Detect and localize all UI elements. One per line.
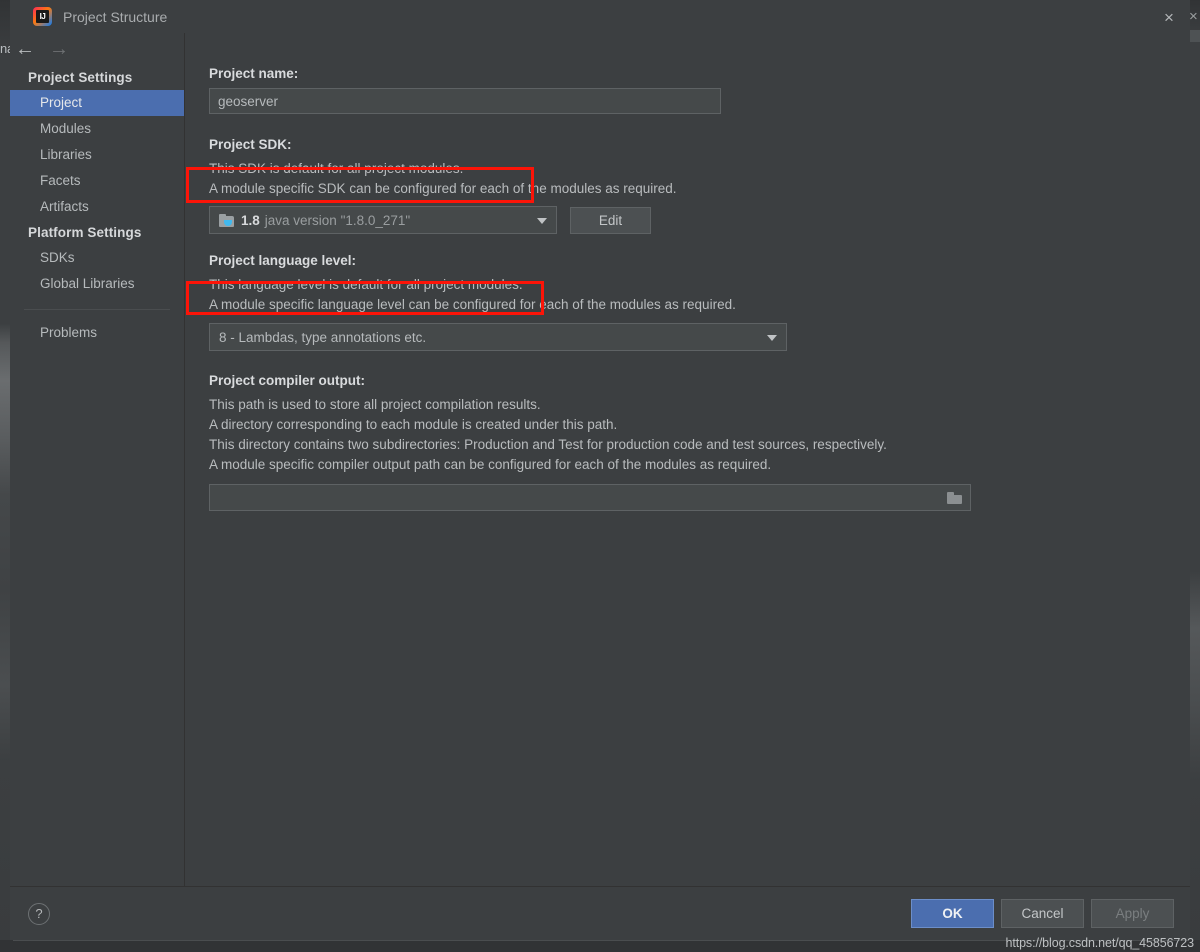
dialog-body: ← → Project Settings Project Modules Lib… — [10, 33, 1190, 886]
compiler-output-input[interactable] — [209, 484, 971, 511]
sidebar-group-platform-settings: Platform Settings — [28, 225, 142, 240]
sidebar-item-project[interactable]: Project — [10, 90, 184, 116]
sidebar-item-problems[interactable]: Problems — [10, 320, 184, 346]
dialog-title: Project Structure — [63, 8, 168, 25]
compiler-output-label: Project compiler output: — [209, 373, 366, 388]
sidebar-item-libraries[interactable]: Libraries — [10, 142, 184, 168]
project-sdk-name: 1.8 — [241, 212, 260, 228]
parent-window-close-icon[interactable]: × — [1189, 8, 1200, 26]
apply-button: Apply — [1091, 899, 1174, 928]
project-sdk-label: Project SDK: — [209, 137, 292, 152]
help-button[interactable]: ? — [28, 902, 50, 925]
sidebar-item-facets[interactable]: Facets — [10, 168, 184, 194]
chevron-down-icon — [767, 335, 777, 341]
sidebar-item-sdks[interactable]: SDKs — [10, 245, 184, 271]
compiler-output-desc-4: A module specific compiler output path c… — [209, 457, 772, 472]
cancel-button[interactable]: Cancel — [1001, 899, 1084, 928]
close-icon[interactable]: × — [1156, 7, 1182, 27]
sidebar-divider — [24, 309, 170, 310]
sidebar-group-project-settings: Project Settings — [28, 70, 133, 85]
language-level-label: Project language level: — [209, 253, 357, 268]
ok-button[interactable]: OK — [911, 899, 994, 928]
sidebar-item-artifacts[interactable]: Artifacts — [10, 194, 184, 220]
java-sdk-folder-icon — [219, 213, 234, 227]
parent-window-status-ghost — [180, 932, 900, 942]
settings-panel: Project name: geoserver Project SDK: Thi… — [185, 33, 1190, 886]
dialog-action-buttons: OK Cancel Apply — [911, 899, 1174, 928]
watermark: https://blog.csdn.net/qq_45856723 — [1005, 936, 1194, 950]
chevron-down-icon — [537, 218, 547, 224]
project-sdk-desc-1: This SDK is default for all project modu… — [209, 161, 464, 176]
project-sdk-version: java version "1.8.0_271" — [264, 212, 411, 228]
navigation-arrows: ← → — [10, 33, 184, 65]
folder-browse-icon[interactable] — [947, 491, 962, 504]
project-sdk-desc-2: A module specific SDK can be configured … — [209, 181, 677, 196]
screen: na × Project Structure × ← → Project Set… — [0, 0, 1200, 952]
language-level-desc-1: This language level is default for all p… — [209, 277, 523, 292]
project-structure-dialog: Project Structure × ← → Project Settings… — [10, 0, 1190, 940]
project-sdk-dropdown[interactable]: 1.8 java version "1.8.0_271" — [209, 206, 557, 234]
project-name-label: Project name: — [209, 66, 299, 81]
back-arrow-icon[interactable]: ← — [15, 39, 35, 59]
language-level-dropdown[interactable]: 8 - Lambdas, type annotations etc. — [209, 323, 787, 351]
forward-arrow-icon[interactable]: → — [49, 39, 69, 59]
project-sdk-row: 1.8 java version "1.8.0_271" Edit — [209, 206, 1190, 234]
sidebar-item-global-libraries[interactable]: Global Libraries — [10, 271, 184, 297]
dialog-titlebar: Project Structure × — [10, 0, 1190, 33]
compiler-output-desc-2: A directory corresponding to each module… — [209, 417, 618, 432]
intellij-idea-logo-icon — [33, 7, 52, 26]
language-level-desc-2: A module specific language level can be … — [209, 297, 736, 312]
compiler-output-desc-1: This path is used to store all project c… — [209, 397, 541, 412]
compiler-output-desc-3: This directory contains two subdirectori… — [209, 437, 887, 452]
sidebar-item-modules[interactable]: Modules — [10, 116, 184, 142]
sidebar: ← → Project Settings Project Modules Lib… — [10, 33, 185, 886]
project-name-input[interactable]: geoserver — [209, 88, 721, 114]
edit-sdk-button[interactable]: Edit — [570, 206, 651, 234]
language-level-value: 8 - Lambdas, type annotations etc. — [219, 329, 427, 345]
